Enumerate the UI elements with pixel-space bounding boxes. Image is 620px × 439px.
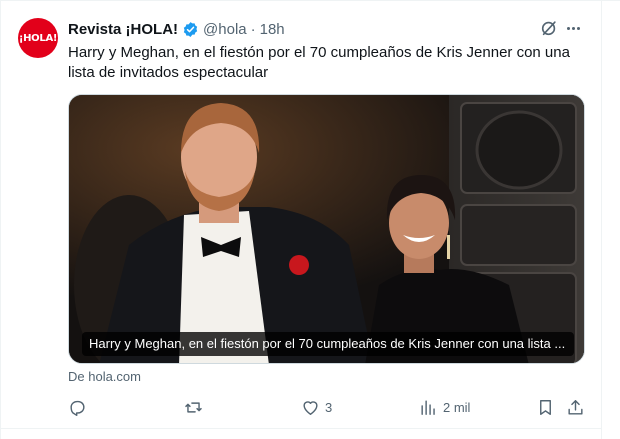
tweet-text: Harry y Meghan, en el fiestón por el 70 … xyxy=(68,44,570,81)
reply-icon xyxy=(68,398,87,417)
views-icon xyxy=(419,398,438,417)
link-source[interactable]: De hola.com xyxy=(68,369,141,384)
divider xyxy=(0,1,1,439)
reply-button[interactable] xyxy=(68,395,92,419)
like-button[interactable]: 3 xyxy=(301,395,332,419)
image-caption: Harry y Meghan, en el fiestón por el 70 … xyxy=(82,332,574,356)
avatar[interactable]: ¡HOLA! xyxy=(18,18,58,58)
grok-icon[interactable] xyxy=(540,19,558,37)
author-handle[interactable]: @hola xyxy=(203,21,247,38)
views-count: 2 mil xyxy=(443,399,471,415)
verified-icon xyxy=(182,21,199,38)
author-name[interactable]: Revista ¡HOLA! xyxy=(68,21,178,38)
divider xyxy=(601,1,602,439)
tweet-header: Revista ¡HOLA! @hola · 18h xyxy=(68,19,285,39)
views-button[interactable]: 2 mil xyxy=(419,395,470,419)
timestamp[interactable]: 18h xyxy=(260,21,285,38)
share-icon xyxy=(566,398,585,417)
tweet-card[interactable]: ¡HOLA! Revista ¡HOLA! @hola · 18h Harry … xyxy=(0,0,620,439)
like-count: 3 xyxy=(325,399,333,415)
retweet-button[interactable] xyxy=(184,395,208,419)
action-bar: 3 2 mil xyxy=(68,395,588,419)
photo-illustration xyxy=(69,95,584,363)
like-icon xyxy=(301,398,320,417)
tweet-image[interactable]: Harry y Meghan, en el fiestón por el 70 … xyxy=(68,94,585,364)
share-button[interactable] xyxy=(566,395,585,419)
bookmark-button[interactable] xyxy=(536,395,555,419)
separator-dot: · xyxy=(250,20,256,38)
divider xyxy=(0,428,602,429)
retweet-icon xyxy=(184,398,203,417)
more-icon[interactable] xyxy=(567,27,580,30)
bookmark-icon xyxy=(536,398,555,417)
avatar-logo-text: ¡HOLA! xyxy=(18,32,58,44)
